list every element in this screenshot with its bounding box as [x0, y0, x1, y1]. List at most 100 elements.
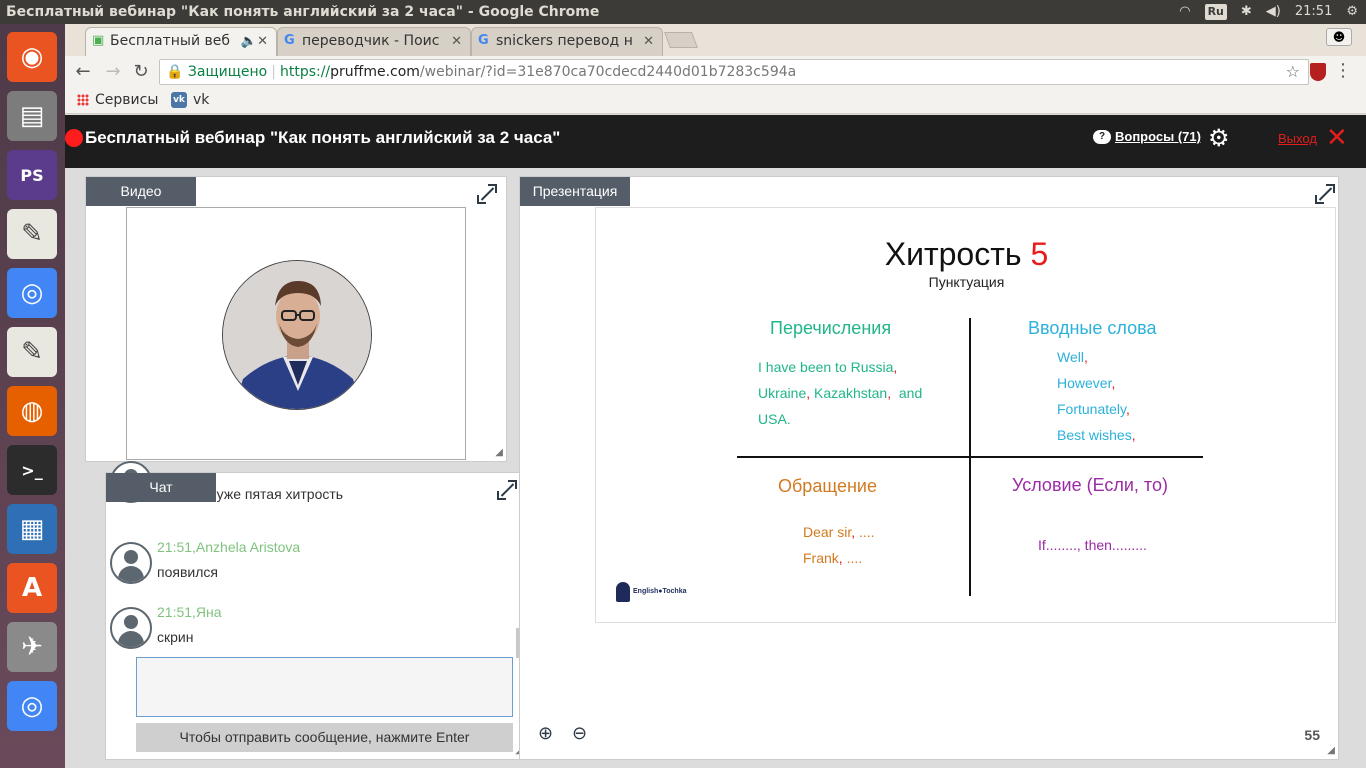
exit-close-icon[interactable]: ✕ [1326, 123, 1348, 153]
expand-video-icon[interactable] [477, 184, 497, 204]
bookmark-label: vk [193, 92, 210, 108]
presentation-panel: Презентация Хитрость 5 Пунктуация Перечи… [519, 176, 1339, 760]
lock-icon: 🔒 [166, 64, 184, 80]
quadrant-body-enumeration: I have been to Russia, Ukraine, Kazakhst… [758, 359, 923, 427]
tab-close-icon[interactable]: ✕ [639, 28, 654, 55]
slide-logo: English●Tochka [616, 580, 687, 604]
clock[interactable]: 21:51 [1295, 0, 1332, 24]
bluetooth-icon[interactable]: ✱ [1241, 0, 1252, 24]
settings-gear-icon[interactable]: ⚙ [1208, 125, 1230, 151]
resize-handle-icon[interactable]: ◢ [495, 447, 503, 458]
user-avatar-icon [110, 542, 152, 584]
chat-message-meta: 21:51,Anzhela Aristova [157, 539, 301, 555]
launcher-terminal-icon[interactable]: >_ [7, 445, 57, 495]
zoom-out-icon[interactable]: ⊖ [572, 723, 587, 744]
bookmark-vk[interactable]: vk vk [171, 88, 209, 112]
launcher-text-editor-2-icon[interactable]: ✎ [7, 327, 57, 377]
launcher-writer-icon[interactable]: ▦ [7, 504, 57, 554]
launcher-chrome-icon[interactable]: ◎ [7, 268, 57, 318]
tab-snickers[interactable]: G snickers перевод н ✕ [471, 27, 663, 56]
chat-panel: да, идет, уже пятая хитрость Чат 21:51,A… [105, 461, 527, 760]
chat-message: 21:51,Яна скрин [110, 604, 510, 654]
keyboard-layout-indicator[interactable]: Ru [1204, 4, 1227, 20]
chat-input[interactable] [136, 657, 513, 717]
tab-label: переводчик - Поис [302, 33, 440, 49]
quadrant-body-condition: If........, then......... [1038, 537, 1147, 553]
window-title: Бесплатный вебинар "Как понять английски… [6, 4, 600, 20]
tab-close-icon[interactable]: ✕ [447, 28, 462, 55]
presentation-slide: Хитрость 5 Пунктуация Перечисления I hav… [595, 207, 1336, 623]
system-tray: ◠ Ru ✱ ◀) 21:51 ⚙ [1179, 0, 1358, 24]
launcher-software-center-icon[interactable]: A [7, 563, 57, 613]
back-arrow-icon[interactable]: ← [71, 60, 95, 84]
quadrant-title-condition: Условие (Если, то) [1012, 475, 1168, 495]
bookmarks-bar: Сервисы vk vk [65, 88, 1366, 114]
questions-label: Вопросы (71) [1115, 129, 1201, 144]
quadrant-body-introductory: Well, However, Fortunately, Best wishes, [1057, 349, 1136, 443]
tab-audio-close-icon[interactable]: 🔈✕ [236, 28, 268, 55]
chat-tab[interactable]: Чат [106, 473, 216, 502]
google-favicon-icon: G [284, 33, 295, 48]
slide-subtitle: Пунктуация [928, 274, 1005, 290]
page-title: Бесплатный вебинар "Как понять английски… [85, 128, 561, 147]
chat-send-hint[interactable]: Чтобы отправить сообщение, нажмите Enter [136, 723, 513, 752]
exit-link[interactable]: Выход [1278, 131, 1317, 146]
system-top-bar: Бесплатный вебинар "Как понять английски… [0, 0, 1366, 24]
tab-translator[interactable]: G переводчик - Поис ✕ [277, 27, 471, 56]
slide-page-number: 55 [1304, 727, 1320, 743]
launcher-files-icon[interactable]: ▤ [7, 91, 57, 141]
launcher-ubuntu-dash-icon[interactable]: ◉ [7, 32, 57, 82]
tab-webinar[interactable]: ▣ Бесплатный веб 🔈✕ [85, 27, 277, 56]
url-path: /webinar/?id=31e870ca70cdecd2440d01b7283… [419, 64, 797, 80]
wifi-icon[interactable]: ◠ [1179, 0, 1190, 24]
extension-shield-icon[interactable] [1310, 63, 1326, 81]
bookmark-label: Сервисы [95, 92, 159, 108]
apps-grid-icon [77, 94, 89, 106]
resize-handle-icon[interactable]: ◢ [1327, 745, 1335, 756]
launcher-phpstorm-icon[interactable]: PS [7, 150, 57, 200]
chrome-menu-icon[interactable]: ⋮ [1334, 60, 1352, 81]
chat-message-text: скрин [157, 629, 194, 645]
profile-icon[interactable]: ☻ [1326, 28, 1352, 46]
quadrant-title-address: Обращение [778, 476, 877, 496]
video-frame [126, 207, 466, 460]
secure-label: Защищено [187, 64, 268, 80]
vk-icon: vk [171, 92, 187, 108]
question-bubble-icon: ? [1093, 129, 1111, 144]
recording-indicator-icon [65, 129, 83, 147]
slide-title: Хитрость 5 [884, 236, 1049, 272]
logo-head-icon [616, 582, 630, 602]
webinar-content: Видео ◢ да, идет, уже пятая хитрость Чат… [65, 168, 1366, 768]
zoom-in-icon[interactable]: ⊕ [538, 723, 553, 744]
presenter-avatar [222, 260, 372, 410]
launcher-firefox-icon[interactable]: ◍ [7, 386, 57, 436]
url-host: pruffme.com [330, 64, 420, 80]
launcher-tool-icon[interactable]: ✈ [7, 622, 57, 672]
webinar-header: Бесплатный вебинар "Как понять английски… [65, 115, 1366, 168]
volume-icon[interactable]: ◀) [1266, 0, 1281, 24]
video-tab[interactable]: Видео [86, 177, 196, 206]
webinar-favicon-icon: ▣ [92, 33, 105, 48]
new-tab-button[interactable] [664, 32, 698, 48]
google-favicon-icon: G [478, 33, 489, 48]
tab-strip: ▣ Бесплатный веб 🔈✕ G переводчик - Поис … [65, 24, 1366, 56]
expand-presentation-icon[interactable] [1315, 184, 1335, 204]
quadrant-title-enumeration: Перечисления [770, 318, 892, 338]
user-avatar-icon [110, 607, 152, 649]
logo-text: English●Tochka [633, 588, 687, 595]
chat-message-meta: 21:51,Яна [157, 604, 222, 620]
questions-link[interactable]: ? Вопросы (71) [1093, 129, 1201, 144]
address-bar[interactable]: 🔒 Защищено | https://pruffme.com/webinar/?… [159, 59, 1309, 85]
quadrant-title-introductory: Вводные слова [1028, 318, 1157, 338]
expand-chat-icon[interactable] [497, 480, 517, 500]
bookmark-star-icon[interactable]: ☆ [1286, 60, 1300, 84]
bookmark-apps[interactable]: Сервисы [77, 88, 158, 112]
slide-title-number: 5 [1030, 236, 1049, 272]
presentation-tab[interactable]: Презентация [520, 177, 630, 206]
reload-icon[interactable]: ↻ [129, 60, 153, 84]
launcher-text-editor-icon[interactable]: ✎ [7, 209, 57, 259]
launcher-chrome-2-icon[interactable]: ◎ [7, 681, 57, 731]
settings-gear-icon[interactable]: ⚙ [1346, 0, 1358, 24]
forward-arrow-icon[interactable]: → [101, 60, 125, 84]
tab-label: snickers перевод н [496, 33, 633, 49]
